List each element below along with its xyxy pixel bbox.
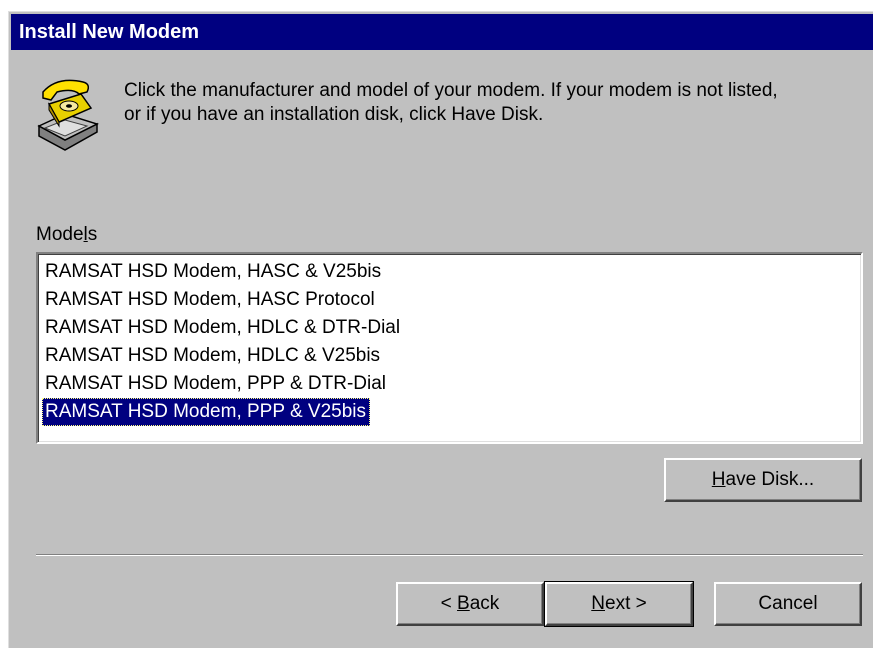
list-item[interactable]: RAMSAT HSD Modem, HASC Protocol [42,286,375,314]
next-accel: N [591,593,605,614]
cancel-button[interactable]: Cancel [714,582,862,626]
models-label-pre: Mode [36,224,84,245]
instruction-line-2: or if you have an installation disk, cli… [124,104,544,125]
have-disk-accel: H [711,469,726,490]
separator [36,554,863,556]
back-prefix: < [440,593,458,614]
list-item[interactable]: RAMSAT HSD Modem, PPP & DTR-Dial [42,370,386,398]
have-disk-button[interactable]: Have Disk... [664,458,862,502]
install-new-modem-dialog: Install New Modem Click the manufacturer… [8,11,873,648]
back-accel: B [457,593,470,614]
list-item-selected[interactable]: RAMSAT HSD Modem, PPP & V25bis [42,398,371,426]
list-item[interactable]: RAMSAT HSD Modem, HDLC & V25bis [42,342,380,370]
instructions-text: Click the manufacturer and model of your… [124,79,864,127]
list-item[interactable]: RAMSAT HSD Modem, HDLC & DTR-Dial [42,314,400,342]
next-button[interactable]: Next > [544,581,694,627]
models-listbox[interactable]: RAMSAT HSD Modem, HASC & V25bis RAMSAT H… [36,252,863,444]
back-button[interactable]: < Back [396,582,544,626]
instruction-line-1: Click the manufacturer and model of your… [124,80,778,101]
models-label-post: s [87,224,98,245]
next-rest: ext > [605,593,647,614]
models-label: Models [36,224,97,246]
have-disk-rest: ave Disk... [725,469,815,490]
telephone-modem-icon [35,74,101,154]
dialog-title: Install New Modem [11,14,873,50]
back-rest: ack [469,593,500,614]
list-item[interactable]: RAMSAT HSD Modem, HASC & V25bis [42,258,381,286]
